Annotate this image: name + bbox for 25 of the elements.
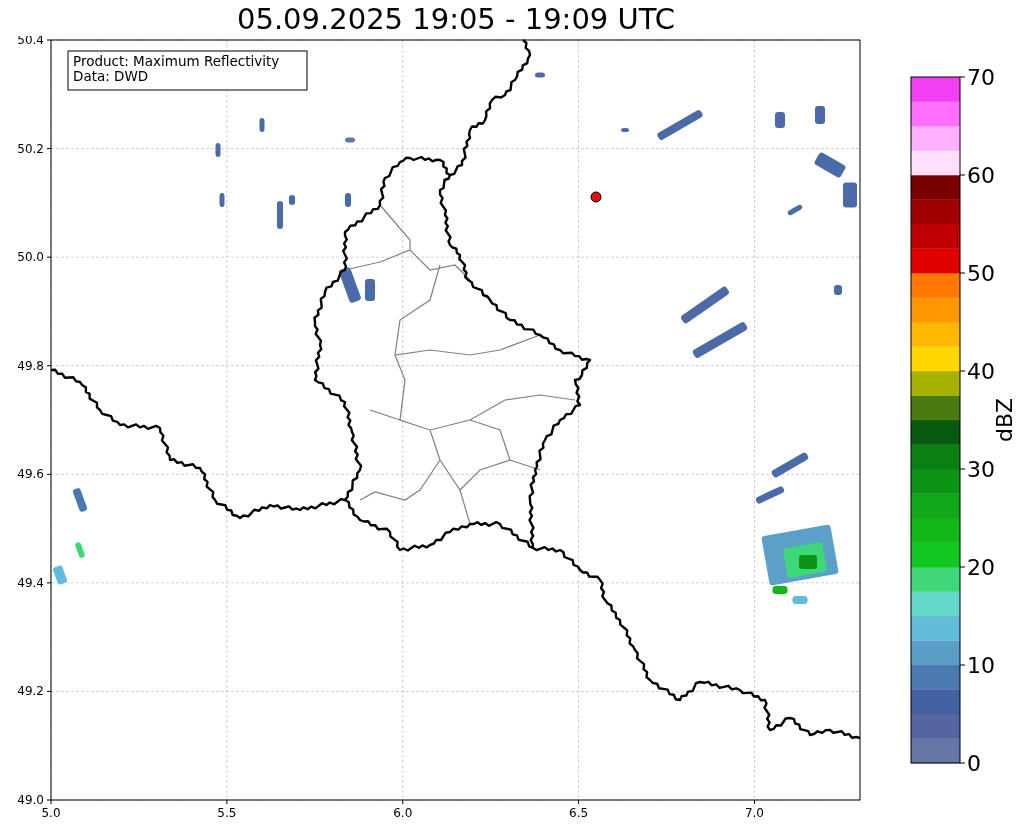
colorbar-tick-label: 20 (967, 555, 995, 580)
colorbar-label: dBZ (992, 397, 1017, 443)
y-tick-label: 49.2 (17, 684, 44, 699)
colorbar-tick-label: 50 (967, 261, 995, 286)
x-tick-label: 6.0 (393, 806, 413, 820)
station-marker (590, 191, 602, 203)
y-tick-label: 50.2 (17, 141, 44, 156)
chart-title: 05.09.2025 19:05 - 19:09 UTC (237, 2, 675, 36)
colorbar-tick-label: 60 (967, 163, 995, 188)
legend-text: Data: DWD (73, 68, 149, 84)
colorbar-tick-label: 70 (967, 65, 995, 90)
colorbar-tick-label: 10 (967, 653, 995, 678)
colorbar-tick-label: 40 (967, 359, 995, 384)
x-tick-label: 7.0 (744, 806, 765, 820)
y-tick-label: 49.6 (17, 467, 44, 482)
colorbar-tick-label: 30 (967, 457, 995, 482)
x-tick-label: 5.5 (217, 806, 237, 820)
x-tick-label: 5.0 (41, 806, 61, 820)
y-tick-label: 49.8 (17, 358, 44, 373)
y-tick-label: 49.0 (17, 793, 44, 807)
y-tick-label: 50.0 (17, 250, 44, 265)
x-tick-label: 6.5 (569, 806, 589, 820)
colorbar-tick-label: 0 (967, 751, 981, 776)
legend-text: Product: Maximum Reflectivity (73, 53, 280, 69)
y-tick-label: 49.4 (17, 575, 44, 590)
